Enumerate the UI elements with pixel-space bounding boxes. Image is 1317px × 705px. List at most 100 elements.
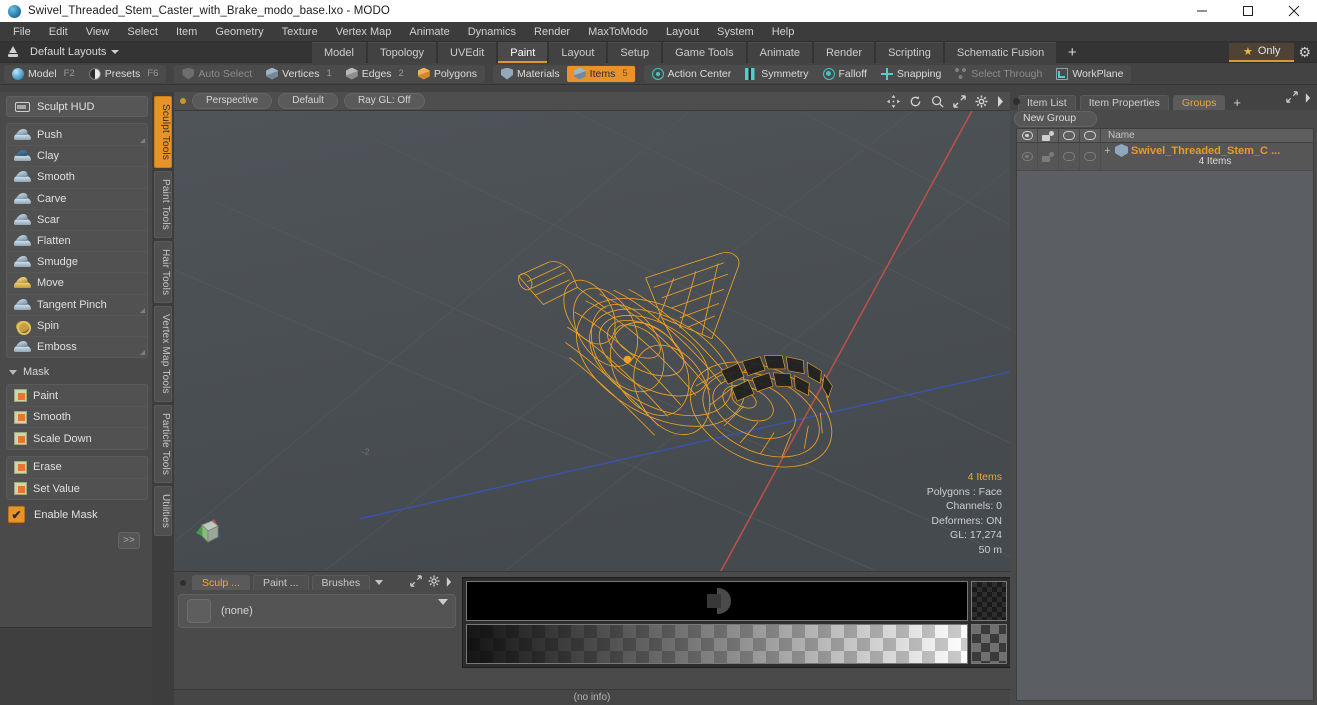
mask-section-header[interactable]: Mask [6,364,148,380]
snapping-button[interactable]: Snapping [874,66,948,82]
tool-scar[interactable]: Scar [7,208,147,230]
3d-viewport[interactable]: -2 4 Items Polygons: Face Channels: 0 D… [174,111,1010,571]
dock-tab-brushes[interactable]: Brushes [311,575,371,590]
layout-tab-uvedit[interactable]: UVEdit [438,41,497,63]
gear-icon[interactable]: ⚙ [1298,45,1311,59]
menu-maxtomodo[interactable]: MaxToModo [579,23,657,41]
sculpt-hud-button[interactable]: Sculpt HUD [6,96,148,117]
default-layouts-dropdown[interactable]: Default Layouts [30,46,120,58]
layout-tab-game-tools[interactable]: Game Tools [663,41,746,63]
tool-smudge[interactable]: Smudge [7,251,147,272]
layout-tab-topology[interactable]: Topology [367,41,437,63]
items-button[interactable]: Items 5 [566,65,635,82]
layout-tab-animate[interactable]: Animate [747,41,812,63]
brush-alpha-swatch[interactable] [971,581,1007,621]
falloff-button[interactable]: Falloff [816,66,874,82]
mask-tool-set-value[interactable]: Set Value [7,477,147,499]
select-through-button[interactable]: Select Through [948,66,1049,82]
tool-tangent-pinch[interactable]: Tangent Pinch [7,293,147,315]
table-row[interactable]: + Swivel_Threaded_Stem_C ... 4 Items [1017,143,1313,171]
mask-tool-smooth[interactable]: Smooth [7,406,147,427]
minimize-icon[interactable] [1179,0,1225,22]
rp-tab-item-properties[interactable]: Item Properties [1079,95,1169,110]
mask-tool-scale-down[interactable]: Scale Down [7,427,147,448]
menu-geometry[interactable]: Geometry [206,23,272,41]
vtab-hair-tools[interactable]: Hair Tools [154,241,172,304]
vtab-vertex-map-tools[interactable]: Vertex Map Tools [154,306,172,403]
expand-panel-button[interactable]: >> [118,532,140,549]
auto-select-button[interactable]: Auto Select [175,66,259,82]
menu-render[interactable]: Render [525,23,579,41]
row-render-toggle[interactable] [1038,143,1059,170]
col-lock-2[interactable] [1080,129,1101,142]
menu-layout[interactable]: Layout [657,23,708,41]
mode-model-button[interactable]: Model F2 [5,66,82,82]
col-render[interactable] [1038,129,1059,142]
rp-tab-groups[interactable]: Groups [1172,95,1226,110]
chevron-right-icon[interactable] [997,96,1004,107]
layout-tab-render[interactable]: Render [813,41,875,63]
value-alpha-swatch[interactable] [971,624,1007,664]
layout-tab-layout[interactable]: Layout [549,41,607,63]
action-center-button[interactable]: Action Center [645,66,739,82]
mask-tool-erase[interactable]: Erase [7,457,147,478]
tool-smooth[interactable]: Smooth [7,166,147,187]
layout-tab-model[interactable]: Model [312,41,366,63]
tool-move[interactable]: Move [7,272,147,293]
viewport-raygl-dropdown[interactable]: Ray GL: Off [343,93,425,109]
chevron-down-icon[interactable] [438,599,448,605]
mask-tool-paint[interactable]: Paint [7,385,147,406]
menu-help[interactable]: Help [763,23,804,41]
tool-clay[interactable]: Clay [7,145,147,166]
mode-presets-button[interactable]: Presets F6 [82,66,166,82]
viewport-style-dropdown[interactable]: Default [278,93,338,109]
workplane-button[interactable]: WorkPlane [1049,66,1130,82]
row-visibility-toggle[interactable] [1017,143,1038,170]
expand-icon[interactable] [410,574,422,592]
menu-dynamics[interactable]: Dynamics [459,23,525,41]
fit-icon[interactable] [953,95,966,108]
new-group-button[interactable]: New Group [1014,110,1098,127]
rp-tab-item-list[interactable]: Item List [1018,95,1076,110]
export-icon[interactable] [6,45,20,59]
expand-row-button[interactable]: + [1103,145,1112,157]
menu-select[interactable]: Select [118,23,167,41]
menu-texture[interactable]: Texture [273,23,327,41]
menu-file[interactable]: File [4,23,40,41]
layout-tab-schematic-fusion[interactable]: Schematic Fusion [944,41,1057,63]
materials-button[interactable]: Materials [494,66,567,82]
row-lock-1-toggle[interactable] [1059,143,1080,170]
polygons-button[interactable]: Polygons [411,66,484,82]
maximize-icon[interactable] [1225,0,1271,22]
tool-push[interactable]: Push [7,124,147,145]
only-button[interactable]: ★ Only [1228,42,1295,62]
chevron-down-icon[interactable] [375,580,384,585]
edges-button[interactable]: Edges 2 [339,66,411,82]
menu-edit[interactable]: Edit [40,23,77,41]
brush-falloff-preview[interactable] [466,581,968,621]
chevron-right-icon[interactable] [1305,90,1311,108]
layout-tab-setup[interactable]: Setup [608,41,662,63]
chevron-right-icon[interactable] [446,574,452,592]
viewport-projection-dropdown[interactable]: Perspective [192,93,273,109]
value-ramp-preview[interactable] [466,624,968,664]
preset-selector[interactable]: (none) [178,594,456,628]
vertices-button[interactable]: Vertices 1 [259,66,339,82]
enable-mask-toggle[interactable]: ✔ Enable Mask [6,506,148,523]
tool-carve[interactable]: Carve [7,187,147,209]
vtab-paint-tools[interactable]: Paint Tools [154,171,172,239]
vtab-particle-tools[interactable]: Particle Tools [154,405,172,484]
layout-tab-paint[interactable]: Paint [498,41,548,63]
menu-vertex-map[interactable]: Vertex Map [327,23,401,41]
vtab-utilities[interactable]: Utilities [154,486,172,537]
menu-system[interactable]: System [708,23,763,41]
menu-animate[interactable]: Animate [400,23,458,41]
rotate-icon[interactable] [909,95,922,108]
tool-emboss[interactable]: Emboss [7,335,147,357]
expand-icon[interactable] [1286,90,1298,108]
pan-icon[interactable] [887,95,900,108]
menu-item[interactable]: Item [167,23,206,41]
menu-view[interactable]: View [77,23,119,41]
tool-spin[interactable]: Spin [7,314,147,336]
gear-icon[interactable] [975,95,988,108]
